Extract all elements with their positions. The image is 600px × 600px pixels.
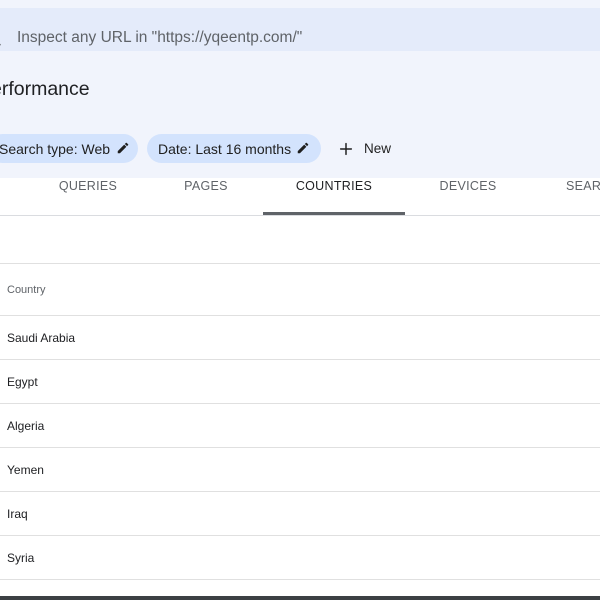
tab-queries[interactable]: QUERIES	[38, 178, 138, 216]
table-row[interactable]: Algeria	[0, 404, 600, 448]
country-cell: Saudi Arabia	[7, 331, 76, 345]
new-filter-button[interactable]: New	[338, 134, 398, 163]
tab-pages[interactable]: PAGES	[156, 178, 256, 216]
table-row[interactable]: Saudi Arabia	[0, 316, 600, 360]
table-header-row: Country	[0, 264, 600, 316]
edit-pencil-icon[interactable]	[116, 141, 130, 155]
date-label: Date: Last 16 months	[158, 140, 292, 157]
edit-pencil-icon[interactable]	[296, 141, 310, 155]
app-frame: erformance Search type: Web Date: Last 1…	[0, 0, 600, 600]
search-icon	[0, 43, 1, 46]
plus-icon	[339, 142, 353, 155]
table-row[interactable]: Iraq	[0, 492, 600, 536]
tab-search-appearance[interactable]: SEAR	[566, 178, 600, 216]
top-header-area: erformance Search type: Web Date: Last 1…	[0, 0, 600, 178]
country-cell: Yemen	[7, 463, 44, 477]
date-filter-chip[interactable]: Date: Last 16 months	[147, 134, 321, 163]
country-cell: Iraq	[7, 507, 28, 521]
search-type-label: Search type: Web	[0, 140, 111, 157]
new-filter-label: New	[364, 141, 392, 156]
table-row[interactable]: Egypt	[0, 360, 600, 404]
search-type-filter-chip[interactable]: Search type: Web	[0, 134, 138, 163]
table-row[interactable]: Syria	[0, 536, 600, 580]
active-tab-indicator	[263, 212, 405, 215]
url-inspection-bar[interactable]	[0, 8, 600, 51]
url-inspection-input[interactable]	[17, 27, 517, 49]
page-title: erformance	[0, 78, 90, 100]
tab-devices[interactable]: DEVICES	[418, 178, 518, 216]
report-tabs: QUERIES PAGES COUNTRIES DEVICES SEAR	[0, 178, 600, 216]
country-cell: Algeria	[7, 419, 45, 433]
table-row[interactable]: Yemen	[0, 448, 600, 492]
country-column-header[interactable]: Country	[7, 284, 46, 296]
country-cell: Egypt	[7, 375, 38, 389]
bottom-edge	[0, 596, 600, 600]
country-cell: Syria	[7, 551, 35, 565]
tab-countries[interactable]: COUNTRIES	[263, 178, 405, 216]
